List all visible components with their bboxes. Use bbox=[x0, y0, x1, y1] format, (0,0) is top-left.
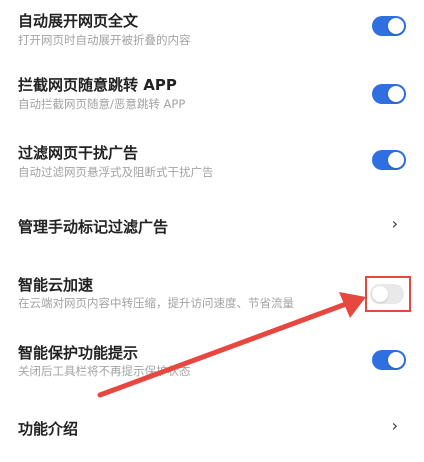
annotation-arrow-icon bbox=[97, 292, 366, 398]
